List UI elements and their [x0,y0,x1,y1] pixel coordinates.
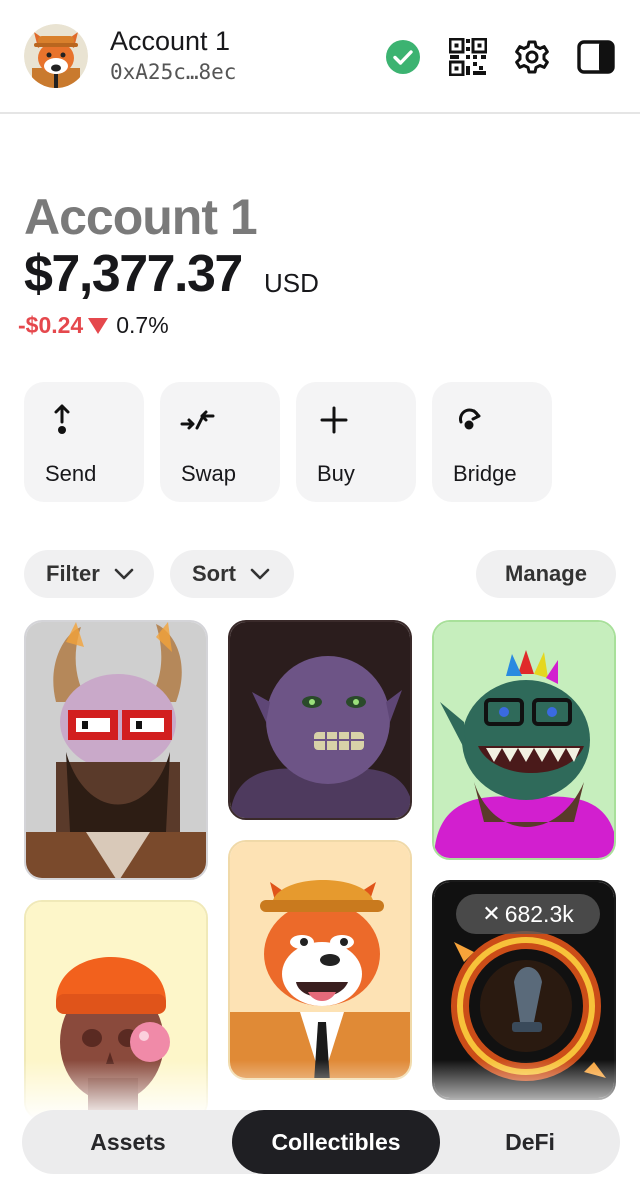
account-address[interactable]: 0xA25c…8ec [110,60,236,84]
gear-icon[interactable] [513,38,551,76]
horned-skull-ape-image [26,622,206,878]
balance-change: -$0.24 0.7% [18,312,169,339]
send-label: Send [45,461,97,486]
chevron-down-icon [114,568,134,580]
bottom-tab-bar: Assets Collectibles DeFi [22,1110,620,1174]
swap-button[interactable]: Swap [160,382,280,502]
green-goblin-ape-image [434,622,614,858]
chevron-down-icon [250,568,270,580]
down-arrow-icon [88,317,109,334]
bridge-label: Bridge [453,461,517,486]
manage-button[interactable]: Manage [476,550,616,598]
collection-floor-badge: ✕ 682.3k [456,894,600,934]
tab-assets[interactable]: Assets [42,1110,214,1174]
change-amount: -$0.24 [18,312,84,338]
sidebar-panel-icon[interactable] [577,38,615,76]
shiba-in-hardhat-image [230,842,410,1078]
tab-collectibles[interactable]: Collectibles [232,1110,440,1174]
filter-label: Filter [46,561,100,586]
filter-dropdown[interactable]: Filter [24,550,154,598]
collectible-card[interactable] [24,620,208,880]
close-x-icon: ✕ [482,901,501,926]
total-balance: $7,377.37 [24,245,243,303]
sort-dropdown[interactable]: Sort [170,550,294,598]
collectible-card[interactable] [228,620,412,820]
collectible-card[interactable] [228,840,412,1080]
swap-arrows-icon [180,410,215,430]
badge-value: 682.3k [504,900,574,927]
manage-label: Manage [505,561,587,586]
account-name[interactable]: Account 1 [110,26,230,57]
bridge-icon [459,408,481,430]
wallet-header: Account 1 0xA25c…8ec [0,0,640,114]
connected-check-icon[interactable] [384,38,422,76]
balance-currency: USD [264,268,319,298]
plus-icon [320,406,348,434]
swap-label: Swap [181,461,237,486]
buy-button[interactable]: Buy [296,382,416,502]
purple-ogre-image [230,622,410,818]
account-avatar[interactable] [24,24,88,88]
sort-label: Sort [192,561,236,586]
buy-label: Buy [317,461,355,486]
tab-defi[interactable]: DeFi [460,1110,600,1174]
send-button[interactable]: Send [24,382,144,502]
send-arrow-icon [54,404,70,434]
bridge-button[interactable]: Bridge [432,382,552,502]
collectible-card[interactable] [432,620,616,860]
qr-code-icon[interactable] [449,38,487,76]
change-percent: 0.7% [116,312,169,338]
account-title: Account 1 [24,189,258,245]
